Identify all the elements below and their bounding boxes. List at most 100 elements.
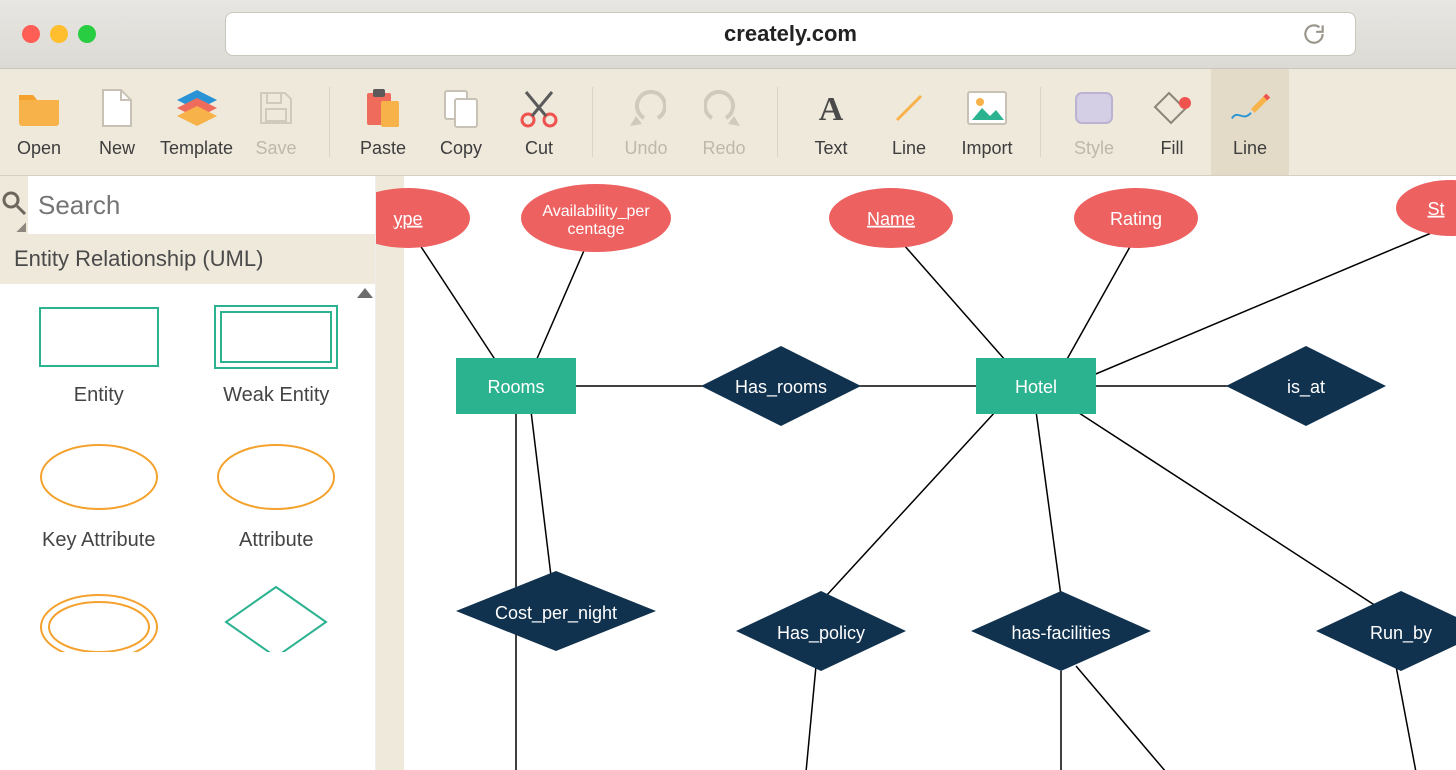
svg-text:has-facilities: has-facilities: [1011, 623, 1110, 643]
redo-icon: [702, 86, 746, 130]
palette-relationship[interactable]: [188, 582, 366, 652]
svg-text:Has_policy: Has_policy: [777, 623, 865, 644]
text-icon: A: [809, 86, 853, 130]
copy-button[interactable]: Copy: [422, 69, 500, 175]
svg-text:Name: Name: [867, 209, 915, 229]
attr-type[interactable]: ype: [376, 188, 470, 248]
rel-has-facilities[interactable]: has-facilities: [971, 591, 1151, 671]
reload-icon[interactable]: [1301, 21, 1327, 47]
import-label: Import: [962, 138, 1013, 159]
scroll-up-arrow-icon[interactable]: [357, 288, 373, 298]
save-icon: [254, 86, 298, 130]
weak-entity-shape-icon: [211, 302, 341, 372]
palette-attribute[interactable]: Attribute: [188, 437, 366, 552]
window-controls: [22, 25, 96, 43]
redo-button[interactable]: Redo: [685, 69, 763, 175]
search-trigger[interactable]: [0, 176, 28, 234]
attr-availability[interactable]: Availability_per centage: [521, 184, 671, 252]
search-input[interactable]: [28, 189, 375, 222]
attr-st[interactable]: St: [1396, 180, 1456, 236]
new-button[interactable]: New: [78, 69, 156, 175]
import-button[interactable]: Import: [948, 69, 1026, 175]
text-tool-button[interactable]: A Text: [792, 69, 870, 175]
svg-text:St: St: [1427, 199, 1444, 219]
text-label: Text: [815, 138, 848, 159]
svg-text:Availability_per: Availability_per: [542, 203, 650, 220]
image-icon: [965, 86, 1009, 130]
copy-icon: [439, 86, 483, 130]
undo-icon: [624, 86, 668, 130]
key-attribute-shape-icon: [34, 437, 164, 517]
relationship-shape-icon: [211, 582, 341, 652]
undo-label: Undo: [625, 138, 668, 159]
svg-text:centage: centage: [568, 221, 625, 238]
category-label: Entity Relationship (UML): [14, 246, 263, 271]
line-style-label: Line: [1233, 138, 1267, 159]
rel-has-policy[interactable]: Has_policy: [736, 591, 906, 671]
svg-text:Run_by: Run_by: [1370, 623, 1432, 644]
svg-text:Hotel: Hotel: [1015, 377, 1057, 397]
line-tool-button[interactable]: Line: [870, 69, 948, 175]
dropdown-triangle-icon: [16, 222, 26, 232]
svg-text:Rating: Rating: [1110, 209, 1162, 229]
palette-label: Attribute: [239, 529, 313, 552]
shape-palette: Entity Weak Entity Key Attribute Attribu…: [0, 284, 375, 770]
svg-text:A: A: [819, 91, 844, 126]
paste-icon: [361, 86, 405, 130]
window-minimize-button[interactable]: [50, 25, 68, 43]
palette-entity[interactable]: Entity: [10, 302, 188, 407]
search-icon: [0, 189, 28, 222]
rel-cost-per-night[interactable]: Cost_per_night: [456, 571, 656, 651]
line-style-button[interactable]: Line: [1211, 69, 1289, 175]
svg-text:is_at: is_at: [1287, 377, 1325, 398]
entity-rooms[interactable]: Rooms: [456, 358, 576, 414]
bucket-icon: [1150, 86, 1194, 130]
rel-is-at[interactable]: is_at: [1226, 346, 1386, 426]
fill-label: Fill: [1161, 138, 1184, 159]
entity-hotel[interactable]: Hotel: [976, 358, 1096, 414]
rel-run-by[interactable]: Run_by: [1316, 591, 1456, 671]
scissors-icon: [517, 86, 561, 130]
browser-chrome: creately.com: [0, 0, 1456, 69]
toolbar-separator: [777, 87, 778, 157]
attr-name[interactable]: Name: [829, 188, 953, 248]
diagram-canvas[interactable]: ype Availability_per centage Name Rating…: [376, 176, 1456, 770]
template-button[interactable]: Template: [156, 69, 237, 175]
cut-button[interactable]: Cut: [500, 69, 578, 175]
url-bar[interactable]: creately.com: [225, 12, 1356, 56]
shapes-sidebar: Entity Relationship (UML) Entity Weak En…: [0, 176, 376, 770]
template-label: Template: [160, 138, 233, 159]
save-label: Save: [256, 138, 297, 159]
style-button[interactable]: Style: [1055, 69, 1133, 175]
attr-rating[interactable]: Rating: [1074, 188, 1198, 248]
undo-button[interactable]: Undo: [607, 69, 685, 175]
style-label: Style: [1074, 138, 1114, 159]
palette-key-attribute[interactable]: Key Attribute: [10, 437, 188, 552]
paste-label: Paste: [360, 138, 406, 159]
attribute-shape-icon: [211, 437, 341, 517]
window-maximize-button[interactable]: [78, 25, 96, 43]
search-row: [0, 176, 375, 234]
line-icon: [887, 86, 931, 130]
palette-derived-attribute[interactable]: [10, 582, 188, 652]
cut-label: Cut: [525, 138, 553, 159]
rel-has-rooms[interactable]: Has_rooms: [701, 346, 861, 426]
window-close-button[interactable]: [22, 25, 40, 43]
palette-weak-entity[interactable]: Weak Entity: [188, 302, 366, 407]
paste-button[interactable]: Paste: [344, 69, 422, 175]
open-button[interactable]: Open: [0, 69, 78, 175]
svg-text:Rooms: Rooms: [487, 377, 544, 397]
folder-icon: [17, 86, 61, 130]
fill-button[interactable]: Fill: [1133, 69, 1211, 175]
er-diagram: ype Availability_per centage Name Rating…: [376, 176, 1456, 770]
toolbar-separator: [592, 87, 593, 157]
layers-icon: [175, 86, 219, 130]
pencil-line-icon: [1228, 86, 1272, 130]
palette-label: Entity: [74, 384, 124, 407]
app-toolbar: Open New Template Save Paste: [0, 69, 1456, 176]
redo-label: Redo: [703, 138, 746, 159]
derived-attribute-shape-icon: [34, 582, 164, 652]
shape-category-header[interactable]: Entity Relationship (UML): [0, 234, 375, 284]
save-button[interactable]: Save: [237, 69, 315, 175]
svg-text:Has_rooms: Has_rooms: [735, 377, 827, 398]
